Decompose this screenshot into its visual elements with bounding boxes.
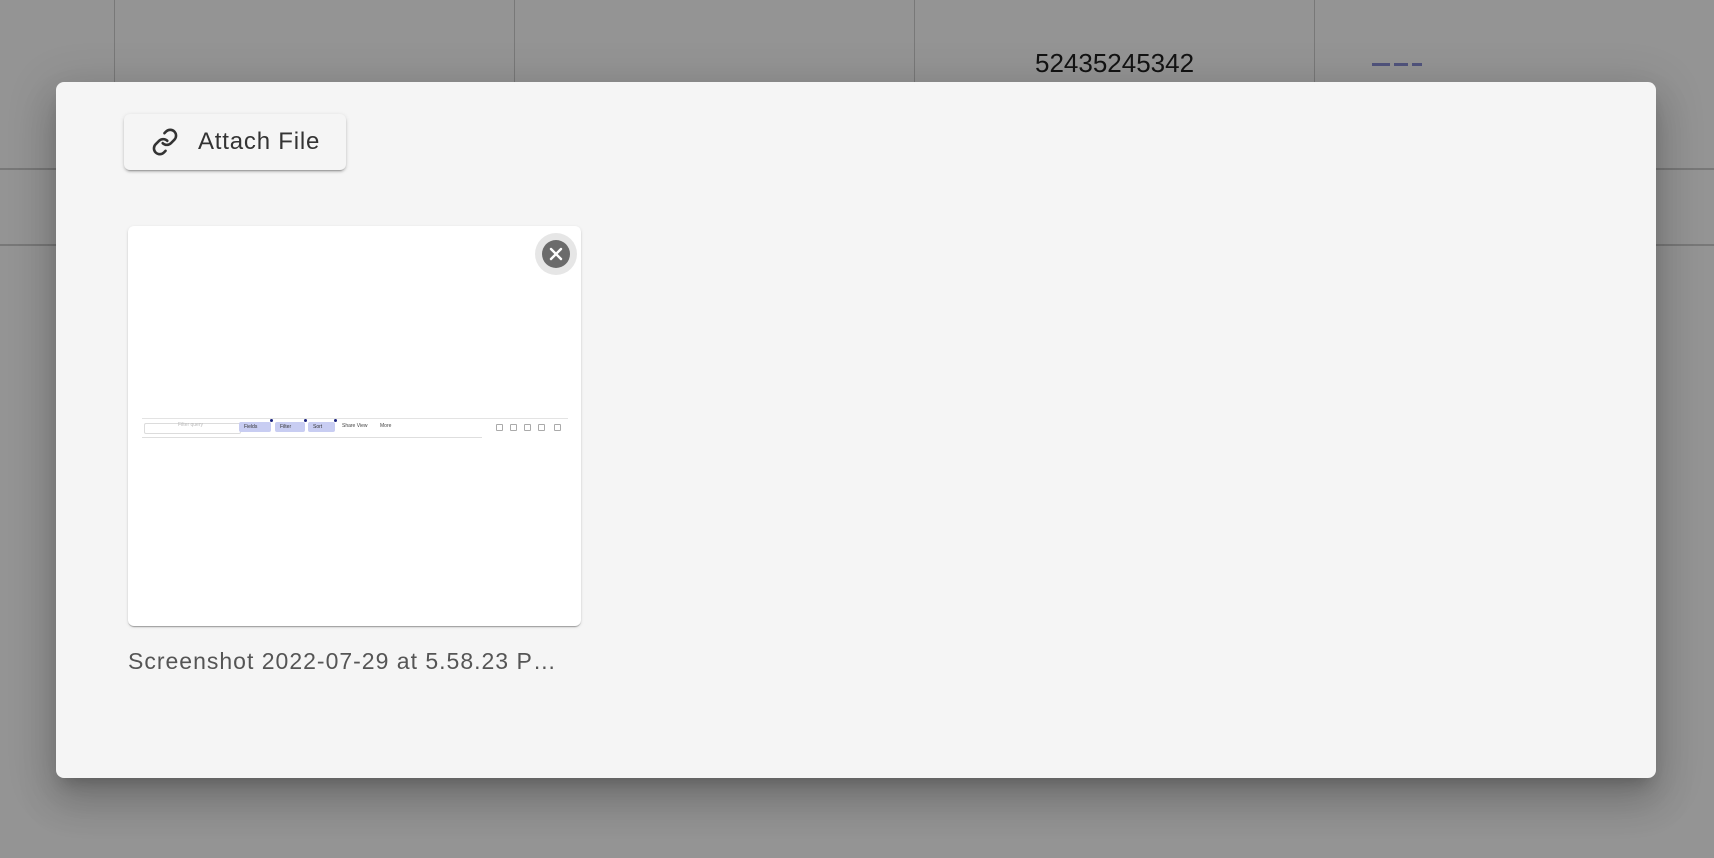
link-icon	[150, 127, 180, 157]
preview-search-placeholder: Filter query	[178, 422, 204, 428]
attach-file-label: Attach File	[198, 128, 321, 155]
preview-share-view: Share View	[342, 423, 368, 429]
attachment-file-name: Screenshot 2022-07-29 at 5.58.23 P…	[128, 648, 557, 674]
preview-more: More	[380, 423, 392, 429]
preview-chip: Fields	[239, 419, 273, 432]
attachment-preview-image: Filter query Fields Filter Sort Share Vi…	[142, 418, 568, 440]
close-circle-icon	[542, 240, 570, 268]
remove-attachment-button[interactable]	[535, 233, 577, 275]
attach-file-button[interactable]: Attach File	[124, 114, 346, 170]
preview-chip: Sort	[308, 419, 337, 432]
preview-chip: Filter	[275, 419, 307, 432]
attachment-card[interactable]: Filter query Fields Filter Sort Share Vi…	[128, 226, 581, 626]
attachments-dialog: Attach File Filter query Fields Filter S…	[56, 82, 1656, 778]
